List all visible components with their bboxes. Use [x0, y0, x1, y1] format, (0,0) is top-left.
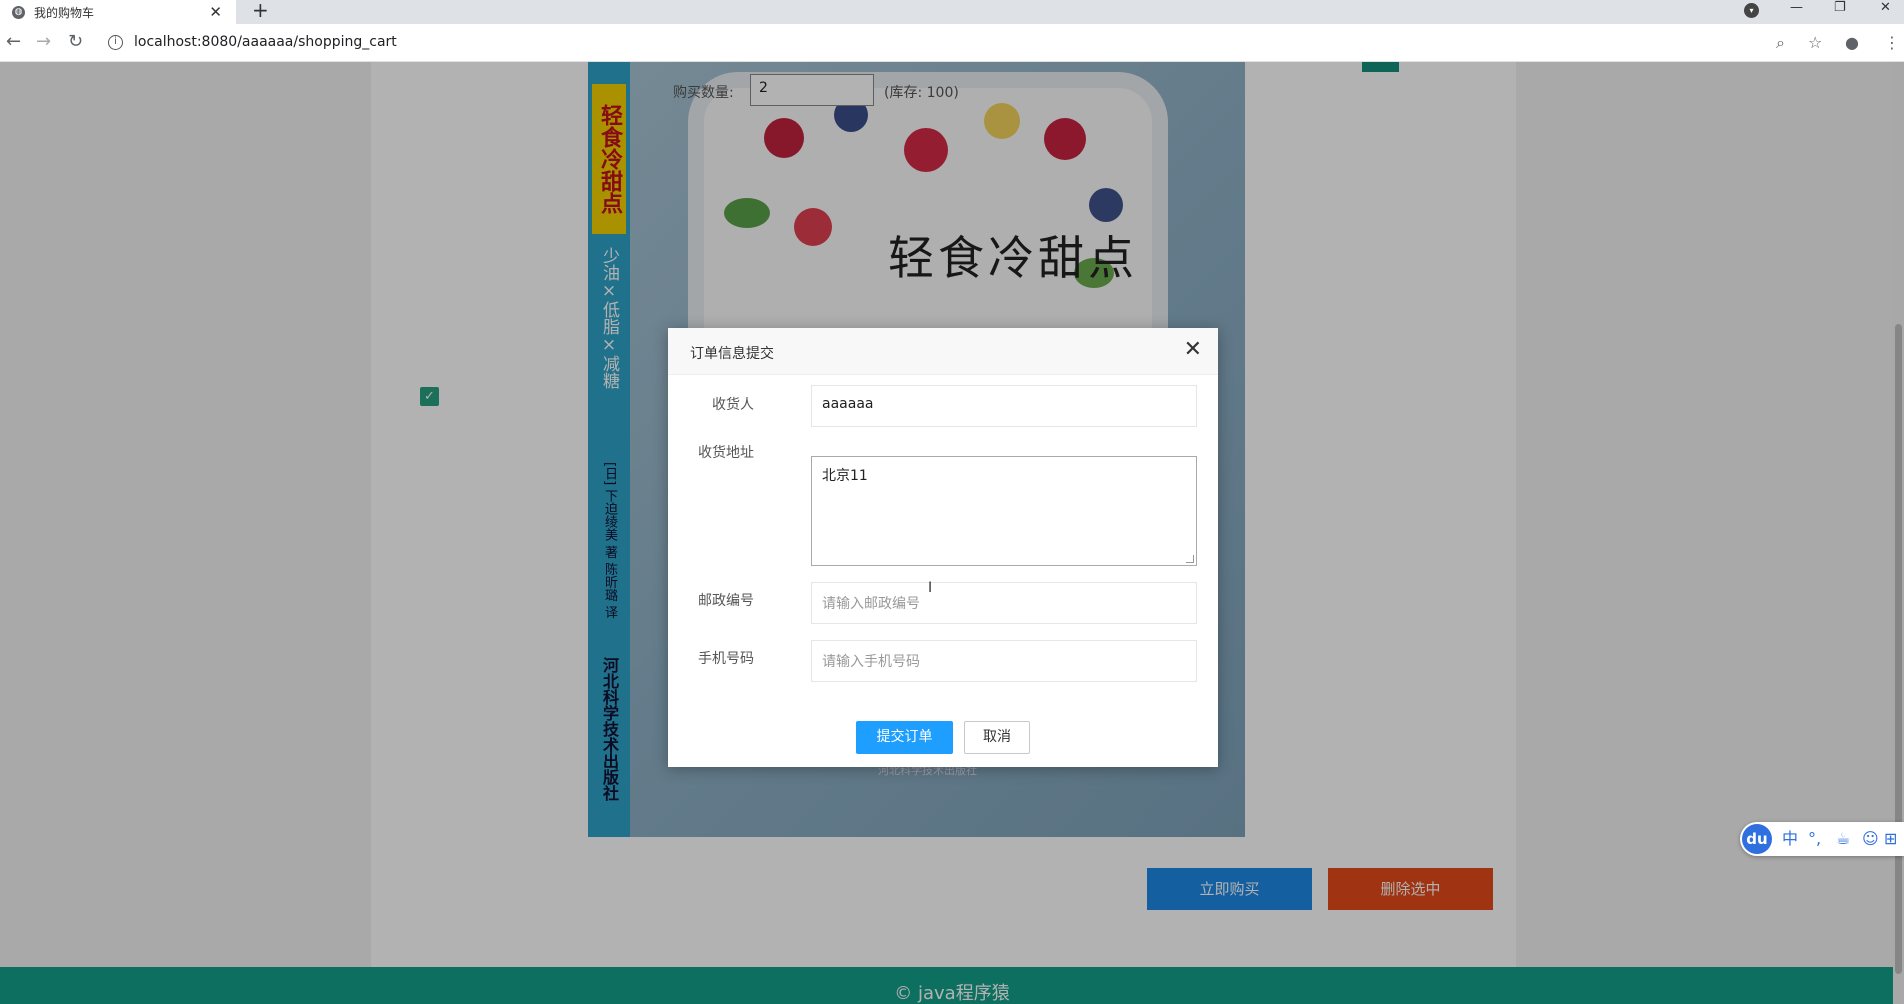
submit-order-button[interactable]: 提交订单	[856, 721, 953, 754]
zoom-icon[interactable]: ⌕	[1776, 33, 1785, 53]
dialog-header: 订单信息提交 ✕	[668, 328, 1218, 375]
browser-menu-icon[interactable]: ⋮	[1884, 33, 1900, 52]
tab-search-icon[interactable]: ▾	[1744, 3, 1759, 18]
new-tab-icon[interactable]: +	[252, 0, 269, 20]
window-close-icon[interactable]: ✕	[1880, 0, 1891, 24]
phone-label: 手机号码	[698, 651, 754, 667]
address-textarea[interactable]: 北京11	[811, 456, 1197, 566]
postal-code-label: 邮政编号	[698, 593, 754, 609]
back-icon[interactable]: ←	[6, 32, 21, 52]
text-cursor-icon: I	[928, 580, 933, 596]
postal-code-input[interactable]: 请输入邮政编号	[811, 582, 1197, 624]
browser-tab[interactable]: ◍ 我的购物车 ✕	[0, 0, 236, 24]
restore-icon[interactable]: ❐	[1834, 0, 1846, 24]
ime-punct-toggle[interactable]: °,	[1808, 829, 1821, 849]
order-info-dialog: 订单信息提交 ✕ 收货人 aaaaaa 收货地址 北京11 邮政编号 请输入邮政…	[668, 328, 1218, 767]
grid-icon[interactable]: ⊞	[1884, 829, 1897, 849]
recipient-label: 收货人	[712, 397, 754, 413]
address-value: 北京11	[822, 468, 868, 484]
minimize-icon[interactable]: —	[1790, 0, 1803, 24]
close-icon[interactable]: ✕	[1184, 339, 1202, 361]
url-text[interactable]: localhost:8080/aaaaaa/shopping_cart	[134, 34, 397, 50]
dialog-title: 订单信息提交	[690, 346, 774, 362]
address-bar: ← → ↻ i localhost:8080/aaaaaa/shopping_c…	[0, 24, 1904, 62]
site-info-icon[interactable]: i	[108, 35, 123, 50]
tab-close-icon[interactable]: ✕	[209, 3, 222, 21]
address-label: 收货地址	[698, 445, 754, 461]
baidu-ime-logo[interactable]: du	[1742, 824, 1772, 854]
recipient-input[interactable]: aaaaaa	[811, 385, 1197, 427]
bookmark-star-icon[interactable]: ☆	[1808, 33, 1822, 52]
cup-icon[interactable]: ☕	[1836, 829, 1850, 849]
browser-tab-bar: ◍ 我的购物车 ✕ + ▾ — ❐ ✕	[0, 0, 1904, 24]
reload-icon[interactable]: ↻	[68, 32, 83, 52]
phone-input[interactable]: 请输入手机号码	[811, 640, 1197, 682]
cancel-button[interactable]: 取消	[964, 721, 1030, 754]
ime-mode-toggle[interactable]: 中	[1782, 829, 1798, 849]
user-icon[interactable]: ☺	[1862, 829, 1879, 849]
profile-icon[interactable]: ●	[1845, 33, 1859, 52]
tab-title: 我的购物车	[34, 5, 95, 20]
resize-handle-icon[interactable]	[1186, 555, 1194, 563]
ime-toolbar: du 中 °, ☕ ☺ ⊞	[1740, 822, 1904, 856]
forward-icon[interactable]: →	[36, 32, 51, 52]
globe-icon: ◍	[12, 5, 25, 19]
